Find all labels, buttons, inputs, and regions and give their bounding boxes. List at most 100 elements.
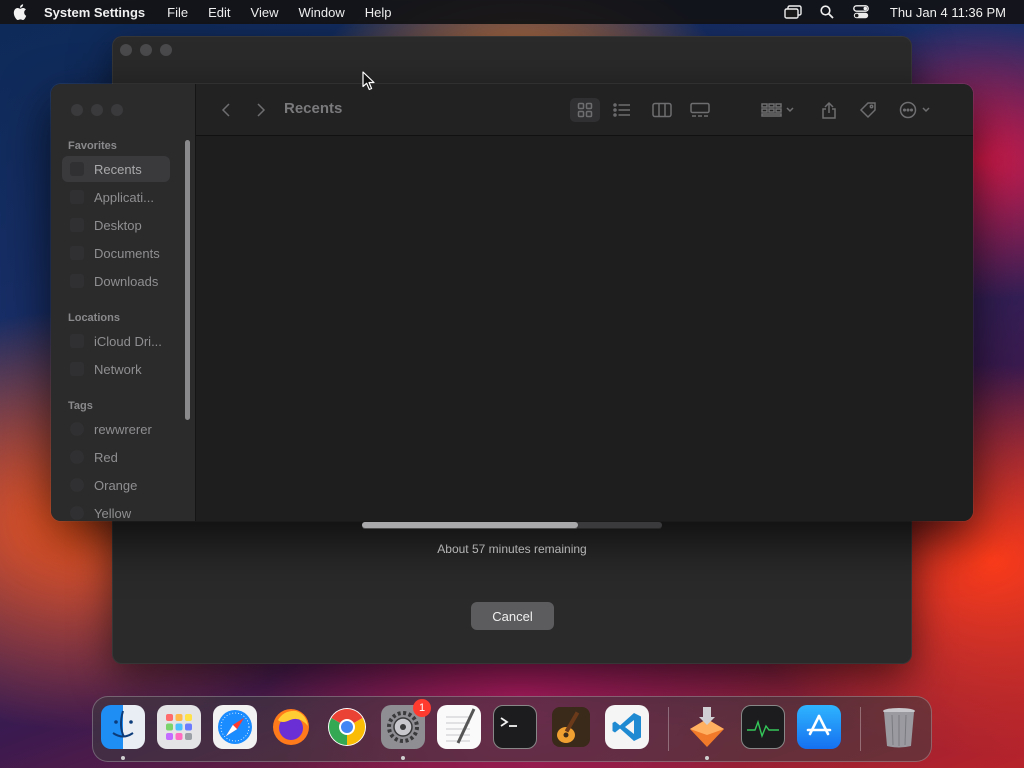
dock-vscode[interactable] <box>605 705 649 749</box>
sidebar-item-tag-rewwrerer[interactable]: rewwrerer <box>62 416 170 442</box>
finder-toolbar: Recents <box>196 84 973 136</box>
sidebar-section-locations: Locations <box>68 312 120 324</box>
menu-clock[interactable]: Thu Jan 4 11:36 PM <box>878 5 1024 20</box>
share-button[interactable] <box>816 98 842 122</box>
more-actions-button[interactable] <box>896 98 936 122</box>
firefox-icon <box>273 709 309 745</box>
forward-button[interactable] <box>251 98 271 122</box>
sidebar-item-icloud-drive[interactable]: iCloud Dri... <box>62 328 170 354</box>
dock-terminal[interactable] <box>493 705 537 749</box>
dock-activity-monitor[interactable] <box>741 705 785 749</box>
dock-trash[interactable] <box>877 705 921 749</box>
columns-icon <box>652 102 672 118</box>
dock-finder[interactable] <box>101 705 145 749</box>
sidebar-item-label: rewwrerer <box>94 421 152 437</box>
share-icon <box>822 101 836 119</box>
guitar-icon <box>552 707 590 747</box>
tag-dot-icon <box>70 422 84 436</box>
icon-view-button[interactable] <box>570 98 600 122</box>
menu-help[interactable]: Help <box>355 5 402 20</box>
sidebar-item-documents[interactable]: Documents <box>62 240 170 266</box>
desktop-icon <box>70 218 84 232</box>
finder-window: Favorites Recents Applicati... Desktop D… <box>51 84 973 521</box>
tags-button[interactable] <box>855 98 881 122</box>
sidebar-item-downloads[interactable]: Downloads <box>62 268 170 294</box>
sidebar-item-tag-yellow[interactable]: Yellow <box>62 500 170 521</box>
sidebar-item-label: Desktop <box>94 217 142 233</box>
download-icon <box>70 274 84 288</box>
tag-icon <box>859 102 876 119</box>
zoom-button[interactable] <box>111 104 123 116</box>
cloud-icon <box>70 334 84 348</box>
compass-icon <box>218 710 252 744</box>
dock-chrome[interactable] <box>325 705 369 749</box>
sidebar-item-tag-red[interactable]: Red <box>62 444 170 470</box>
menu-view[interactable]: View <box>241 5 289 20</box>
minimize-button[interactable] <box>91 104 103 116</box>
window-title: Recents <box>284 100 343 117</box>
app-menu[interactable]: System Settings <box>40 5 157 20</box>
dock-separator <box>860 707 861 751</box>
sidebar-item-network[interactable]: Network <box>62 356 170 382</box>
sidebar-item-label: Applicati... <box>94 189 154 205</box>
menu-edit[interactable]: Edit <box>198 5 240 20</box>
gallery-icon <box>690 102 710 117</box>
sidebar-item-tag-orange[interactable]: Orange <box>62 472 170 498</box>
dock-firefox[interactable] <box>269 705 313 749</box>
dock-system-settings[interactable]: 1 <box>381 699 431 749</box>
close-button[interactable] <box>120 44 132 56</box>
dock-garageband[interactable] <box>549 705 593 749</box>
notepad-pen-icon <box>446 708 476 744</box>
apple-icon <box>13 4 27 20</box>
sidebar-item-recents[interactable]: Recents <box>62 156 170 182</box>
running-indicator <box>401 756 405 760</box>
list-icon <box>613 103 630 117</box>
window-controls <box>120 44 172 56</box>
app-store-icon <box>806 714 832 736</box>
trash-icon <box>883 708 915 748</box>
apple-menu[interactable] <box>0 4 40 20</box>
applications-icon <box>70 190 84 204</box>
finder-face-icon <box>112 710 134 738</box>
dock-installer[interactable] <box>685 705 729 749</box>
group-by-button[interactable] <box>758 98 798 122</box>
spotlight-search-icon[interactable] <box>810 5 844 19</box>
finder-horizontal-scrollbar[interactable] <box>362 522 662 528</box>
sidebar-item-label: Red <box>94 449 118 465</box>
grid-icon <box>577 102 593 118</box>
dock: 1 <box>92 696 932 762</box>
close-button[interactable] <box>71 104 83 116</box>
menu-file[interactable]: File <box>157 5 198 20</box>
minimize-button[interactable] <box>140 44 152 56</box>
list-view-button[interactable] <box>608 98 636 122</box>
tag-dot-icon <box>70 506 84 520</box>
notification-badge: 1 <box>413 699 431 717</box>
dock-textedit[interactable] <box>437 705 481 749</box>
dock-safari[interactable] <box>213 705 257 749</box>
sidebar-item-desktop[interactable]: Desktop <box>62 212 170 238</box>
column-view-button[interactable] <box>648 98 676 122</box>
mouse-cursor-icon <box>362 71 375 91</box>
tag-dot-icon <box>70 450 84 464</box>
menu-window[interactable]: Window <box>288 5 354 20</box>
terminal-prompt-icon <box>500 717 517 727</box>
back-button[interactable] <box>216 98 236 122</box>
launchpad-grid-icon <box>166 714 192 740</box>
menu-bar: System Settings File Edit View Window He… <box>0 0 1024 24</box>
sidebar-scrollbar[interactable] <box>185 140 190 420</box>
chrome-icon <box>328 708 366 746</box>
finder-content-area[interactable] <box>196 136 973 521</box>
control-center-icon[interactable] <box>844 5 878 19</box>
cancel-button[interactable]: Cancel <box>471 602 554 630</box>
sidebar-item-applications[interactable]: Applicati... <box>62 184 170 210</box>
network-icon <box>70 362 84 376</box>
dock-launchpad[interactable] <box>157 705 201 749</box>
dock-app-store[interactable] <box>797 705 841 749</box>
zoom-button[interactable] <box>160 44 172 56</box>
scrollbar-thumb[interactable] <box>362 522 578 528</box>
gallery-view-button[interactable] <box>686 98 714 122</box>
sidebar-item-label: Yellow <box>94 505 132 521</box>
screen-mirroring-icon[interactable] <box>776 5 810 19</box>
group-grid-icon <box>761 103 794 117</box>
sidebar-item-label: iCloud Dri... <box>94 333 162 349</box>
